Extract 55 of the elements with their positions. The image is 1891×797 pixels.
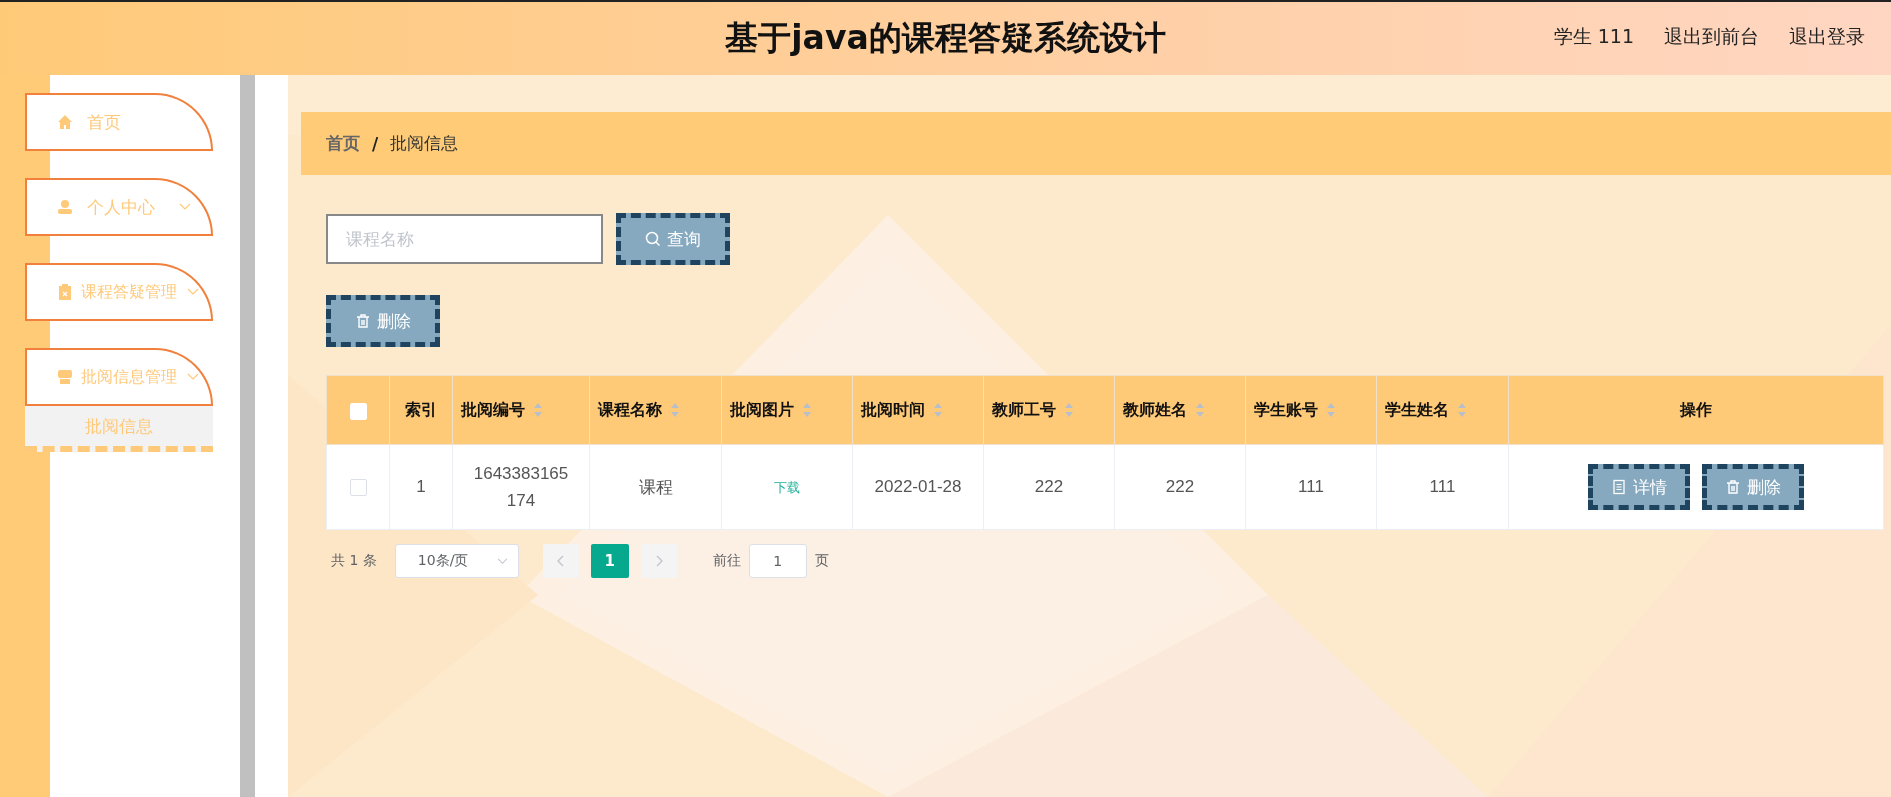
row-checkbox[interactable] <box>349 479 367 496</box>
table-cell: 2022-01-28 <box>874 477 962 496</box>
column-header[interactable]: 学生账号 <box>1245 375 1377 445</box>
clipboard-icon <box>57 284 73 300</box>
sort-icon[interactable] <box>533 402 543 418</box>
table-cell: 111 <box>1429 477 1456 496</box>
page-suffix: 页 <box>814 552 829 570</box>
table-cell: 课程 <box>638 477 673 497</box>
table-cell: 1 <box>416 477 426 496</box>
home-icon <box>57 114 73 130</box>
trash-icon <box>1725 479 1741 495</box>
page-input[interactable]: 1 <box>748 544 807 578</box>
user-icon <box>57 199 73 215</box>
sort-icon[interactable] <box>670 402 680 418</box>
chevron-left-icon <box>556 555 565 567</box>
search-field[interactable]: 课程名称 <box>326 214 603 264</box>
chevron-icon <box>496 557 508 565</box>
column-header[interactable]: 课程名称 <box>589 375 722 445</box>
sort-icon[interactable] <box>1326 402 1336 418</box>
user-label: 学生 111 <box>1553 24 1634 49</box>
header-link[interactable]: 退出到前台 <box>1664 24 1759 50</box>
column-header[interactable]: 教师姓名 <box>1114 375 1246 445</box>
column-header[interactable]: 批阅图片 <box>721 375 853 445</box>
column-header[interactable]: 批阅时间 <box>852 375 984 445</box>
table-cell-text: 1643383165174 <box>473 462 569 512</box>
sort-icon[interactable] <box>1195 402 1205 418</box>
header-link[interactable]: 退出登录 <box>1789 24 1865 50</box>
sort-icon[interactable] <box>1064 402 1074 418</box>
document-icon <box>1611 479 1627 495</box>
total-count: 共 1 条 <box>331 552 377 570</box>
column-header: 索引 <box>389 375 453 445</box>
breadcrumb-separator: / <box>372 133 379 154</box>
breadcrumb-link[interactable]: 批阅信息 <box>390 132 459 155</box>
chevron-icon <box>187 288 199 296</box>
column-header[interactable]: 教师工号 <box>983 375 1115 445</box>
select-all-checkbox[interactable] <box>349 402 367 420</box>
sort-icon[interactable] <box>1457 402 1467 418</box>
table-cell: 222 <box>1165 477 1195 496</box>
chevron-icon <box>187 373 199 381</box>
breadcrumb-link[interactable]: 首页 <box>326 132 360 155</box>
goto-label: 前往 <box>712 552 741 570</box>
column-header[interactable]: 批阅编号 <box>452 375 590 445</box>
column-header: 操作 <box>1508 375 1884 445</box>
column-header[interactable]: 学生姓名 <box>1376 375 1509 445</box>
sort-icon[interactable] <box>802 402 812 418</box>
trash-icon <box>355 313 371 329</box>
page-size-select[interactable]: 10条/页 <box>394 544 519 578</box>
chevron-icon <box>179 203 191 211</box>
tray-icon <box>57 369 73 385</box>
search-icon <box>645 231 661 247</box>
table-cell: 111 <box>1298 477 1324 496</box>
chevron-right-icon <box>654 555 663 567</box>
sort-icon[interactable] <box>933 402 943 418</box>
site-title: 基于java的课程答疑系统设计 <box>725 17 1166 59</box>
table-cell: 222 <box>1034 477 1064 496</box>
